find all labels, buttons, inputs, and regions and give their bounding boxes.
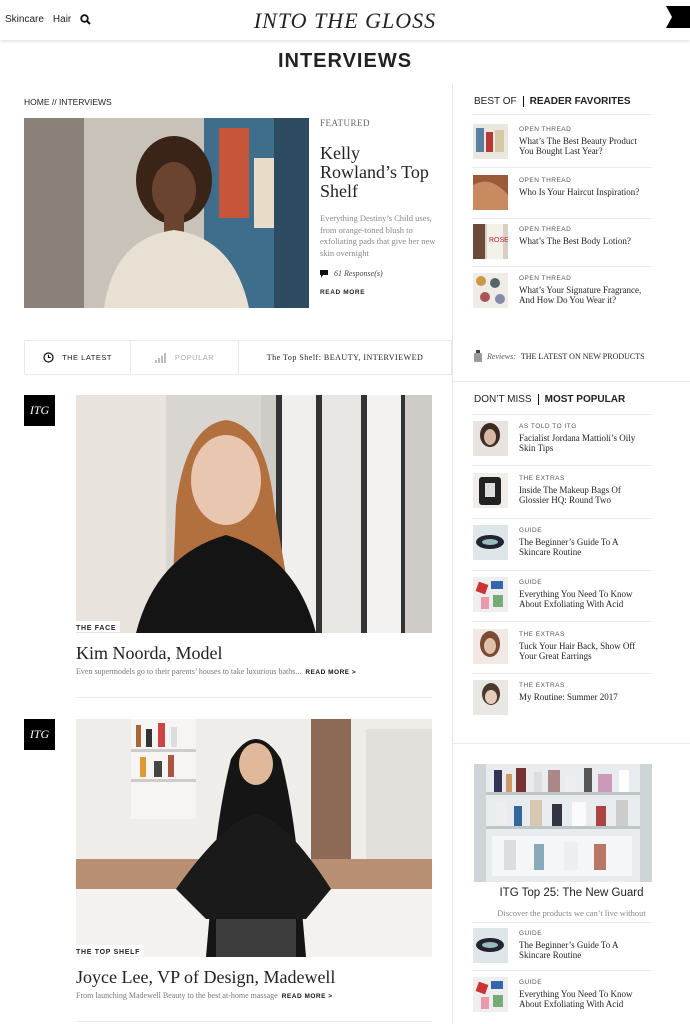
list-item[interactable]: THE EXTRAS Inside The Makeup Bags Of Glos…: [473, 473, 651, 508]
post-dek: From launching Madewell Beauty to the be…: [76, 991, 333, 1000]
featured-text: FEATURED Kelly Rowland’s Top Shelf Every…: [320, 118, 440, 296]
thumbnail: [473, 577, 508, 612]
site-logo[interactable]: INTO THE GLOSS: [0, 8, 690, 34]
page-title: INTERVIEWS: [277, 50, 413, 72]
item-kicker: OPEN THREAD: [519, 126, 572, 133]
item-kicker: OPEN THREAD: [519, 226, 572, 233]
item-title: What’s Your Signature Fragrance, And How…: [519, 285, 642, 305]
promo-title[interactable]: ITG Top 25: The New Guard: [453, 887, 690, 899]
tab-popular-label: POPULAR: [174, 353, 215, 362]
item-kicker: THE EXTRAS: [519, 682, 565, 689]
post-read-more[interactable]: READ MORE >: [282, 993, 333, 1000]
breadcrumb[interactable]: HOME // INTERVIEWS: [24, 97, 112, 107]
list-item[interactable]: THE EXTRAS My Routine: Summer 2017: [473, 680, 651, 715]
promo-dek: Discover the products we can’t live with…: [497, 908, 646, 918]
sidebar-divider: [452, 84, 453, 1024]
list-item[interactable]: THE EXTRAS Tuck Your Hair Back, Show Off …: [473, 629, 651, 664]
list-item[interactable]: OPEN THREAD What’s The Best Beauty Produc…: [473, 124, 651, 159]
list-item[interactable]: OPEN THREAD What’s Your Signature Fragran…: [473, 273, 651, 308]
comments-row[interactable]: 61 Response(s): [320, 269, 440, 278]
thumbnail: [473, 273, 508, 308]
item-kicker: GUIDE: [519, 979, 543, 986]
featured-title[interactable]: Kelly Rowland’s Top Shelf: [320, 144, 440, 201]
thumbnail: [473, 525, 508, 560]
item-kicker: THE EXTRAS: [519, 475, 565, 482]
tab-latest-label: THE LATEST: [62, 353, 112, 362]
item-title: My Routine: Summer 2017: [519, 692, 618, 702]
thumbnail: [473, 473, 508, 508]
item-kicker: AS TOLD TO ITG: [519, 423, 577, 430]
list-item[interactable]: GUIDE The Beginner’s Guide To A Skincare …: [473, 928, 651, 963]
list-item[interactable]: AS TOLD TO ITG Facialist Jordana Mattioli…: [473, 421, 651, 456]
list-item[interactable]: GUIDE Everything You Need To Know About E…: [473, 577, 651, 612]
promo-image[interactable]: [474, 764, 652, 882]
clock-icon: [43, 352, 54, 363]
post-title[interactable]: Joyce Lee, VP of Design, Madewell: [76, 967, 335, 988]
item-title: Inside The Makeup Bags Of Glossier HQ: R…: [519, 485, 621, 505]
item-title: Everything You Need To Know About Exfoli…: [519, 989, 633, 1009]
reader-favorites-label: READER FAVORITES: [529, 96, 631, 107]
thumbnail: [473, 175, 508, 210]
thumbnail: [473, 977, 508, 1012]
best-of-label: BEST OF: [474, 96, 517, 107]
item-kicker: GUIDE: [519, 579, 543, 586]
item-title: The Beginner’s Guide To A Skincare Routi…: [519, 940, 619, 960]
feed-tabs: THE LATEST POPULAR The Top Shelf: BEAUTY…: [24, 340, 452, 375]
item-kicker: OPEN THREAD: [519, 275, 572, 282]
featured-image[interactable]: [24, 118, 309, 308]
item-title: Who Is Your Haircut Inspiration?: [519, 187, 640, 197]
post-title[interactable]: Kim Noorda, Model: [76, 643, 222, 664]
list-item[interactable]: ROSE OPEN THREAD What’s The Best Body Lot…: [473, 224, 651, 259]
thumbnail: [473, 124, 508, 159]
dont-miss-label: DON’T MISS: [474, 394, 532, 405]
item-title: The Beginner’s Guide To A Skincare Routi…: [519, 537, 619, 557]
featured-kicker: FEATURED: [320, 118, 371, 128]
item-title: Everything You Need To Know About Exfoli…: [519, 589, 633, 609]
thumbnail: [473, 928, 508, 963]
reviews-text: THE LATEST ON NEW PRODUCTS: [520, 351, 645, 361]
best-of-heading: BEST OF READER FAVORITES: [474, 96, 631, 107]
thumbnail: [473, 421, 508, 456]
list-item[interactable]: GUIDE The Beginner’s Guide To A Skincare …: [473, 525, 651, 560]
bars-icon: [154, 352, 166, 363]
comment-count: 61 Response(s): [334, 269, 383, 278]
post-category-tag[interactable]: THE TOP SHELF: [76, 945, 145, 956]
reviews-label: Reviews:: [487, 351, 516, 361]
dont-miss-heading: DON’T MISS MOST POPULAR: [474, 394, 625, 405]
reviews-link[interactable]: Reviews: THE LATEST ON NEW PRODUCTS: [474, 350, 645, 362]
item-title: Facialist Jordana Mattioli’s Oily Skin T…: [519, 433, 636, 453]
bottle-icon: [474, 350, 482, 362]
list-item[interactable]: OPEN THREAD Who Is Your Haircut Inspirati…: [473, 175, 651, 210]
item-kicker: THE EXTRAS: [519, 631, 565, 638]
most-popular-label: MOST POPULAR: [544, 394, 626, 405]
featured-read-more[interactable]: READ MORE: [320, 289, 440, 296]
item-kicker: GUIDE: [519, 930, 543, 937]
item-title: Tuck Your Hair Back, Show Off Your Great…: [519, 641, 636, 661]
site-header: Skincare Hair INTO THE GLOSS: [0, 0, 690, 40]
post-image[interactable]: [76, 395, 432, 633]
itg-badge[interactable]: ITG: [24, 719, 55, 750]
tab-latest[interactable]: THE LATEST: [25, 341, 131, 374]
featured-dek: Everything Destiny’s Child uses, from or…: [320, 213, 436, 258]
post-dek: Even supermodels go to their parents’ ho…: [76, 667, 356, 676]
tab-popular[interactable]: POPULAR: [131, 341, 239, 374]
post-image[interactable]: [76, 719, 432, 957]
svg-text:ROSE: ROSE: [489, 237, 508, 244]
thumbnail: [473, 680, 508, 715]
post-dek-text: Even supermodels go to their parents’ ho…: [76, 667, 302, 676]
post-read-more[interactable]: READ MORE >: [305, 669, 356, 676]
tab-top-shelf[interactable]: The Top Shelf: BEAUTY, INTERVIEWED: [239, 341, 451, 374]
thumbnail: [473, 629, 508, 664]
thumbnail: ROSE: [473, 224, 508, 259]
item-kicker: OPEN THREAD: [519, 177, 572, 184]
item-title: What’s The Best Body Lotion?: [519, 236, 631, 246]
item-title: What’s The Best Beauty Product You Bough…: [519, 136, 637, 156]
post-category-tag[interactable]: THE FACE: [76, 621, 121, 632]
list-item[interactable]: GUIDE Everything You Need To Know About E…: [473, 977, 651, 1012]
post-dek-text: From launching Madewell Beauty to the be…: [76, 991, 278, 1000]
itg-badge[interactable]: ITG: [24, 395, 55, 426]
item-kicker: GUIDE: [519, 527, 543, 534]
comment-icon: [320, 269, 328, 278]
